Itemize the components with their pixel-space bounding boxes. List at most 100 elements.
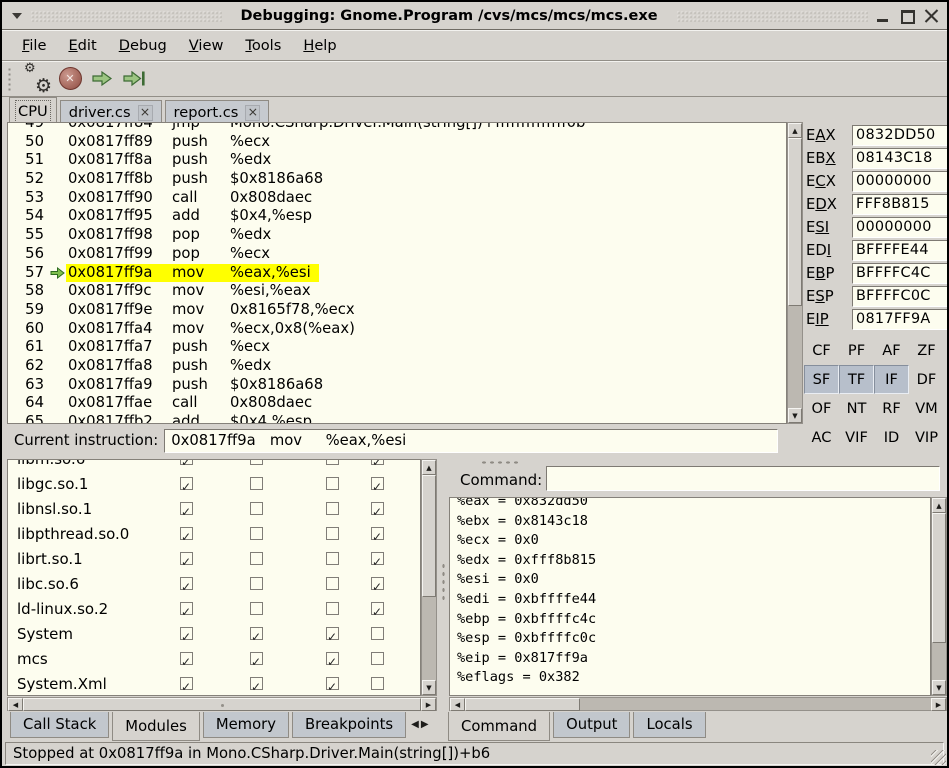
flag-ac[interactable]: AC	[804, 423, 839, 452]
tab-modules[interactable]: Modules	[112, 712, 200, 741]
disassembly-row[interactable]: 540x0817ff95add$0x4,%esp	[8, 207, 786, 226]
scrollbar-thumb[interactable]	[23, 698, 421, 711]
module-checkbox[interactable]	[250, 577, 263, 590]
disassembly-row[interactable]: 590x0817ff9emov0x8165f78,%ecx	[8, 301, 786, 320]
module-checkbox[interactable]	[180, 477, 193, 490]
disassembly-row[interactable]: 580x0817ff9cmov%esi,%eax	[8, 282, 786, 301]
module-checkbox[interactable]	[371, 527, 384, 540]
disassembly-row[interactable]: 500x0817ff89push%ecx	[8, 133, 786, 152]
module-checkbox[interactable]	[180, 677, 193, 690]
flag-cf[interactable]: CF	[804, 336, 839, 365]
module-checkbox[interactable]	[371, 577, 384, 590]
disassembly-row[interactable]: 560x0817ff99pop%ecx	[8, 245, 786, 264]
module-checkbox[interactable]	[180, 602, 193, 615]
module-checkbox[interactable]	[326, 527, 339, 540]
run-button[interactable]: ⚙⚙	[22, 64, 54, 94]
scroll-down-icon[interactable]: ▼	[422, 680, 436, 695]
module-checkbox[interactable]	[326, 602, 339, 615]
modules-hscrollbar[interactable]: ◀ ▶	[7, 697, 437, 711]
module-checkbox[interactable]	[250, 477, 263, 490]
step-button[interactable]	[86, 64, 118, 94]
output-vscrollbar[interactable]: ▲ ▼	[931, 497, 947, 696]
flag-pf[interactable]: PF	[839, 336, 874, 365]
module-checkbox[interactable]	[326, 677, 339, 690]
disassembly-row[interactable]: 630x0817ffa9push$0x8186a68	[8, 376, 786, 395]
command-output[interactable]: %eax = 0x832dd50%ebx = 0x8143c18%ecx = 0…	[449, 497, 931, 696]
module-checkbox[interactable]	[371, 477, 384, 490]
tab-close-icon[interactable]: ×	[245, 105, 260, 121]
scrollbar-thumb[interactable]	[465, 698, 580, 711]
scroll-up-icon[interactable]: ▲	[788, 123, 802, 138]
module-checkbox[interactable]	[326, 552, 339, 565]
flag-id[interactable]: ID	[874, 423, 909, 452]
flag-vif[interactable]: VIF	[839, 423, 874, 452]
disassembly-row[interactable]: 650x0817ffb2add$0x4,%esp	[8, 413, 786, 424]
close-icon[interactable]	[924, 9, 939, 23]
module-checkbox[interactable]	[326, 502, 339, 515]
flag-vip[interactable]: VIP	[909, 423, 944, 452]
module-row[interactable]: librt.so.1	[8, 547, 420, 572]
module-row[interactable]: libnsl.so.1	[8, 497, 420, 522]
disassembly-row[interactable]: 640x0817ffaecall0x808daec	[8, 394, 786, 413]
scroll-down-icon[interactable]: ▼	[788, 408, 802, 423]
module-checkbox[interactable]	[371, 652, 384, 665]
scroll-up-icon[interactable]: ▲	[422, 460, 436, 475]
stop-button[interactable]: ✕	[54, 64, 86, 94]
module-checkbox[interactable]	[250, 552, 263, 565]
toolbar-drag-handle[interactable]	[7, 67, 12, 91]
scroll-right-icon[interactable]: ▶	[421, 698, 436, 711]
flag-if[interactable]: IF	[874, 365, 909, 394]
module-checkbox[interactable]	[371, 502, 384, 515]
scroll-left-icon[interactable]: ◀	[450, 698, 465, 711]
disassembly-view[interactable]: 490x0817ff84jmpMono.CSharp.Driver.Main(s…	[7, 122, 787, 424]
tab-locals[interactable]: Locals	[633, 712, 705, 738]
module-row[interactable]: libpthread.so.0	[8, 522, 420, 547]
module-checkbox[interactable]	[250, 459, 263, 465]
disassembly-scrollbar[interactable]: ▲ ▼	[787, 122, 803, 424]
scrollbar-thumb[interactable]	[932, 513, 946, 643]
tab-scroll-left-icon[interactable]: ◀	[411, 719, 419, 730]
module-row[interactable]: libm.so.6	[8, 459, 420, 472]
menu-item-debug[interactable]: Debug	[109, 33, 177, 58]
module-checkbox[interactable]	[250, 602, 263, 615]
module-checkbox[interactable]	[371, 677, 384, 690]
maximize-icon[interactable]	[900, 9, 915, 23]
modules-vscrollbar[interactable]: ▲ ▼	[421, 459, 437, 696]
module-checkbox[interactable]	[180, 552, 193, 565]
module-checkbox[interactable]	[326, 652, 339, 665]
module-checkbox[interactable]	[326, 577, 339, 590]
disassembly-row[interactable]: 510x0817ff8apush%edx	[8, 151, 786, 170]
flag-df[interactable]: DF	[909, 365, 944, 394]
module-checkbox[interactable]	[326, 627, 339, 640]
module-checkbox[interactable]	[180, 652, 193, 665]
command-input[interactable]	[546, 466, 940, 491]
module-checkbox[interactable]	[180, 577, 193, 590]
tab-command[interactable]: Command	[448, 712, 550, 741]
disassembly-row[interactable]: 570x0817ff9amov%eax,%esi	[8, 264, 786, 283]
resize-grip[interactable]	[931, 750, 946, 765]
output-hscrollbar[interactable]: ◀ ▶	[449, 697, 947, 711]
tab-call-stack[interactable]: Call Stack	[10, 712, 109, 738]
flag-rf[interactable]: RF	[874, 394, 909, 423]
module-row[interactable]: mcs	[8, 647, 420, 672]
module-checkbox[interactable]	[326, 477, 339, 490]
module-row[interactable]: libgc.so.1	[8, 472, 420, 497]
module-checkbox[interactable]	[371, 602, 384, 615]
flag-af[interactable]: AF	[874, 336, 909, 365]
module-checkbox[interactable]	[180, 527, 193, 540]
tab-close-icon[interactable]: ×	[138, 105, 153, 121]
module-checkbox[interactable]	[371, 459, 384, 465]
flag-nt[interactable]: NT	[839, 394, 874, 423]
disassembly-row[interactable]: 600x0817ffa4mov%ecx,0x8(%eax)	[8, 320, 786, 339]
flag-zf[interactable]: ZF	[909, 336, 944, 365]
module-row[interactable]: System	[8, 622, 420, 647]
scroll-down-icon[interactable]: ▼	[932, 680, 946, 695]
scrollbar-thumb[interactable]	[788, 138, 802, 306]
disassembly-row[interactable]: 490x0817ff84jmpMono.CSharp.Driver.Main(s…	[8, 122, 786, 133]
module-row[interactable]: libc.so.6	[8, 572, 420, 597]
minimize-icon[interactable]	[876, 9, 891, 23]
flag-vm[interactable]: VM	[909, 394, 944, 423]
module-checkbox[interactable]	[250, 652, 263, 665]
menu-item-edit[interactable]: Edit	[58, 33, 106, 58]
tab-scroll-right-icon[interactable]: ▶	[421, 719, 429, 730]
